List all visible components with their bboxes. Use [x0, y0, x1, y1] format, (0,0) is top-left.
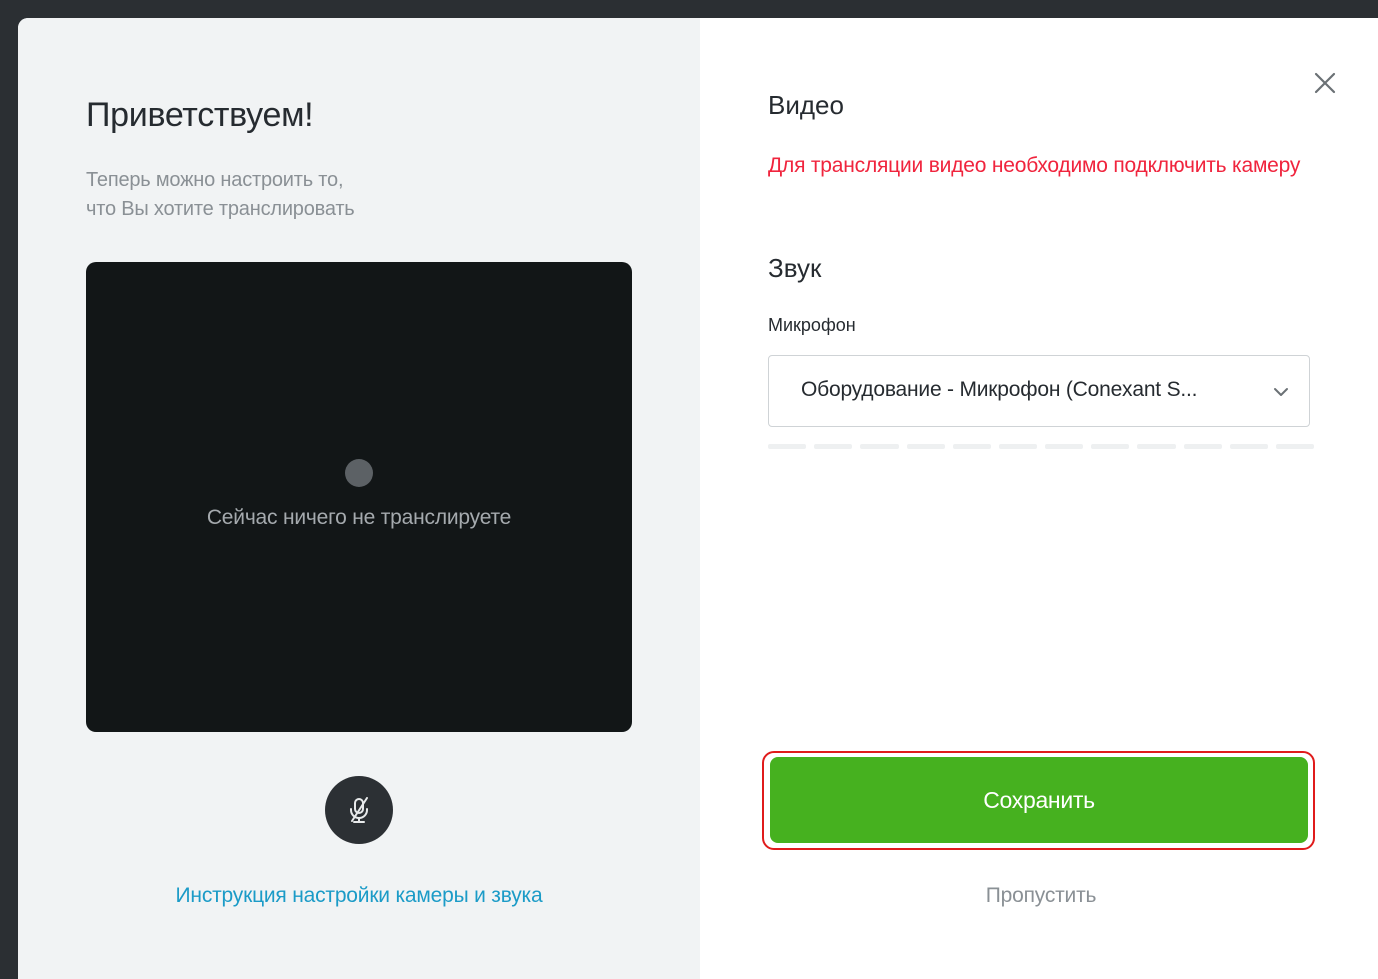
level-meter-segment	[1275, 444, 1315, 449]
camera-error-message: Для трансляции видео необходимо подключи…	[768, 154, 1301, 177]
level-meter-segment	[952, 444, 991, 449]
level-meter-segment	[906, 444, 945, 449]
chevron-down-icon	[1274, 388, 1288, 396]
mic-level-meter	[768, 444, 1315, 449]
welcome-panel: Приветствуем! Теперь можно настроить то,…	[18, 18, 700, 979]
microphone-select-value: Оборудование - Микрофон (Conexant S...	[801, 378, 1198, 401]
close-icon	[1314, 72, 1336, 94]
welcome-subtitle: Теперь можно настроить то, что Вы хотите…	[86, 166, 486, 224]
level-meter-segment	[1183, 444, 1222, 449]
skip-button[interactable]: Пропустить	[768, 884, 1314, 908]
media-setup-dialog: Приветствуем! Теперь можно настроить то,…	[18, 18, 1378, 979]
level-meter-segment	[768, 444, 807, 449]
level-meter-segment	[1229, 444, 1268, 449]
sound-section-title: Звук	[768, 253, 822, 283]
level-meter-segment	[1091, 444, 1130, 449]
preview-status-text: Сейчас ничего не транслируете	[206, 506, 512, 529]
microphone-select[interactable]: Оборудование - Микрофон (Conexant S...	[768, 355, 1310, 427]
preview-indicator-dot	[345, 459, 373, 487]
mic-toggle-button[interactable]	[325, 776, 393, 844]
level-meter-segment	[1045, 444, 1084, 449]
level-meter-segment	[814, 444, 853, 449]
subtitle-line-2: что Вы хотите транслировать	[86, 198, 355, 220]
broadcast-preview: Сейчас ничего не транслируете	[86, 262, 632, 732]
subtitle-line-1: Теперь можно настроить то,	[86, 169, 344, 191]
level-meter-segment	[860, 444, 899, 449]
mic-off-icon	[350, 797, 368, 823]
microphone-label: Микрофон	[768, 315, 856, 335]
welcome-title: Приветствуем!	[86, 96, 314, 134]
save-button[interactable]: Сохранить	[770, 757, 1308, 843]
level-meter-segment	[998, 444, 1038, 449]
setup-instructions-link[interactable]: Инструкция настройки камеры и звука	[18, 884, 700, 908]
close-button[interactable]	[1310, 68, 1340, 98]
video-section-title: Видео	[768, 90, 844, 120]
settings-panel: Видео Для трансляции видео необходимо по…	[700, 18, 1378, 979]
level-meter-segment	[1137, 444, 1176, 449]
